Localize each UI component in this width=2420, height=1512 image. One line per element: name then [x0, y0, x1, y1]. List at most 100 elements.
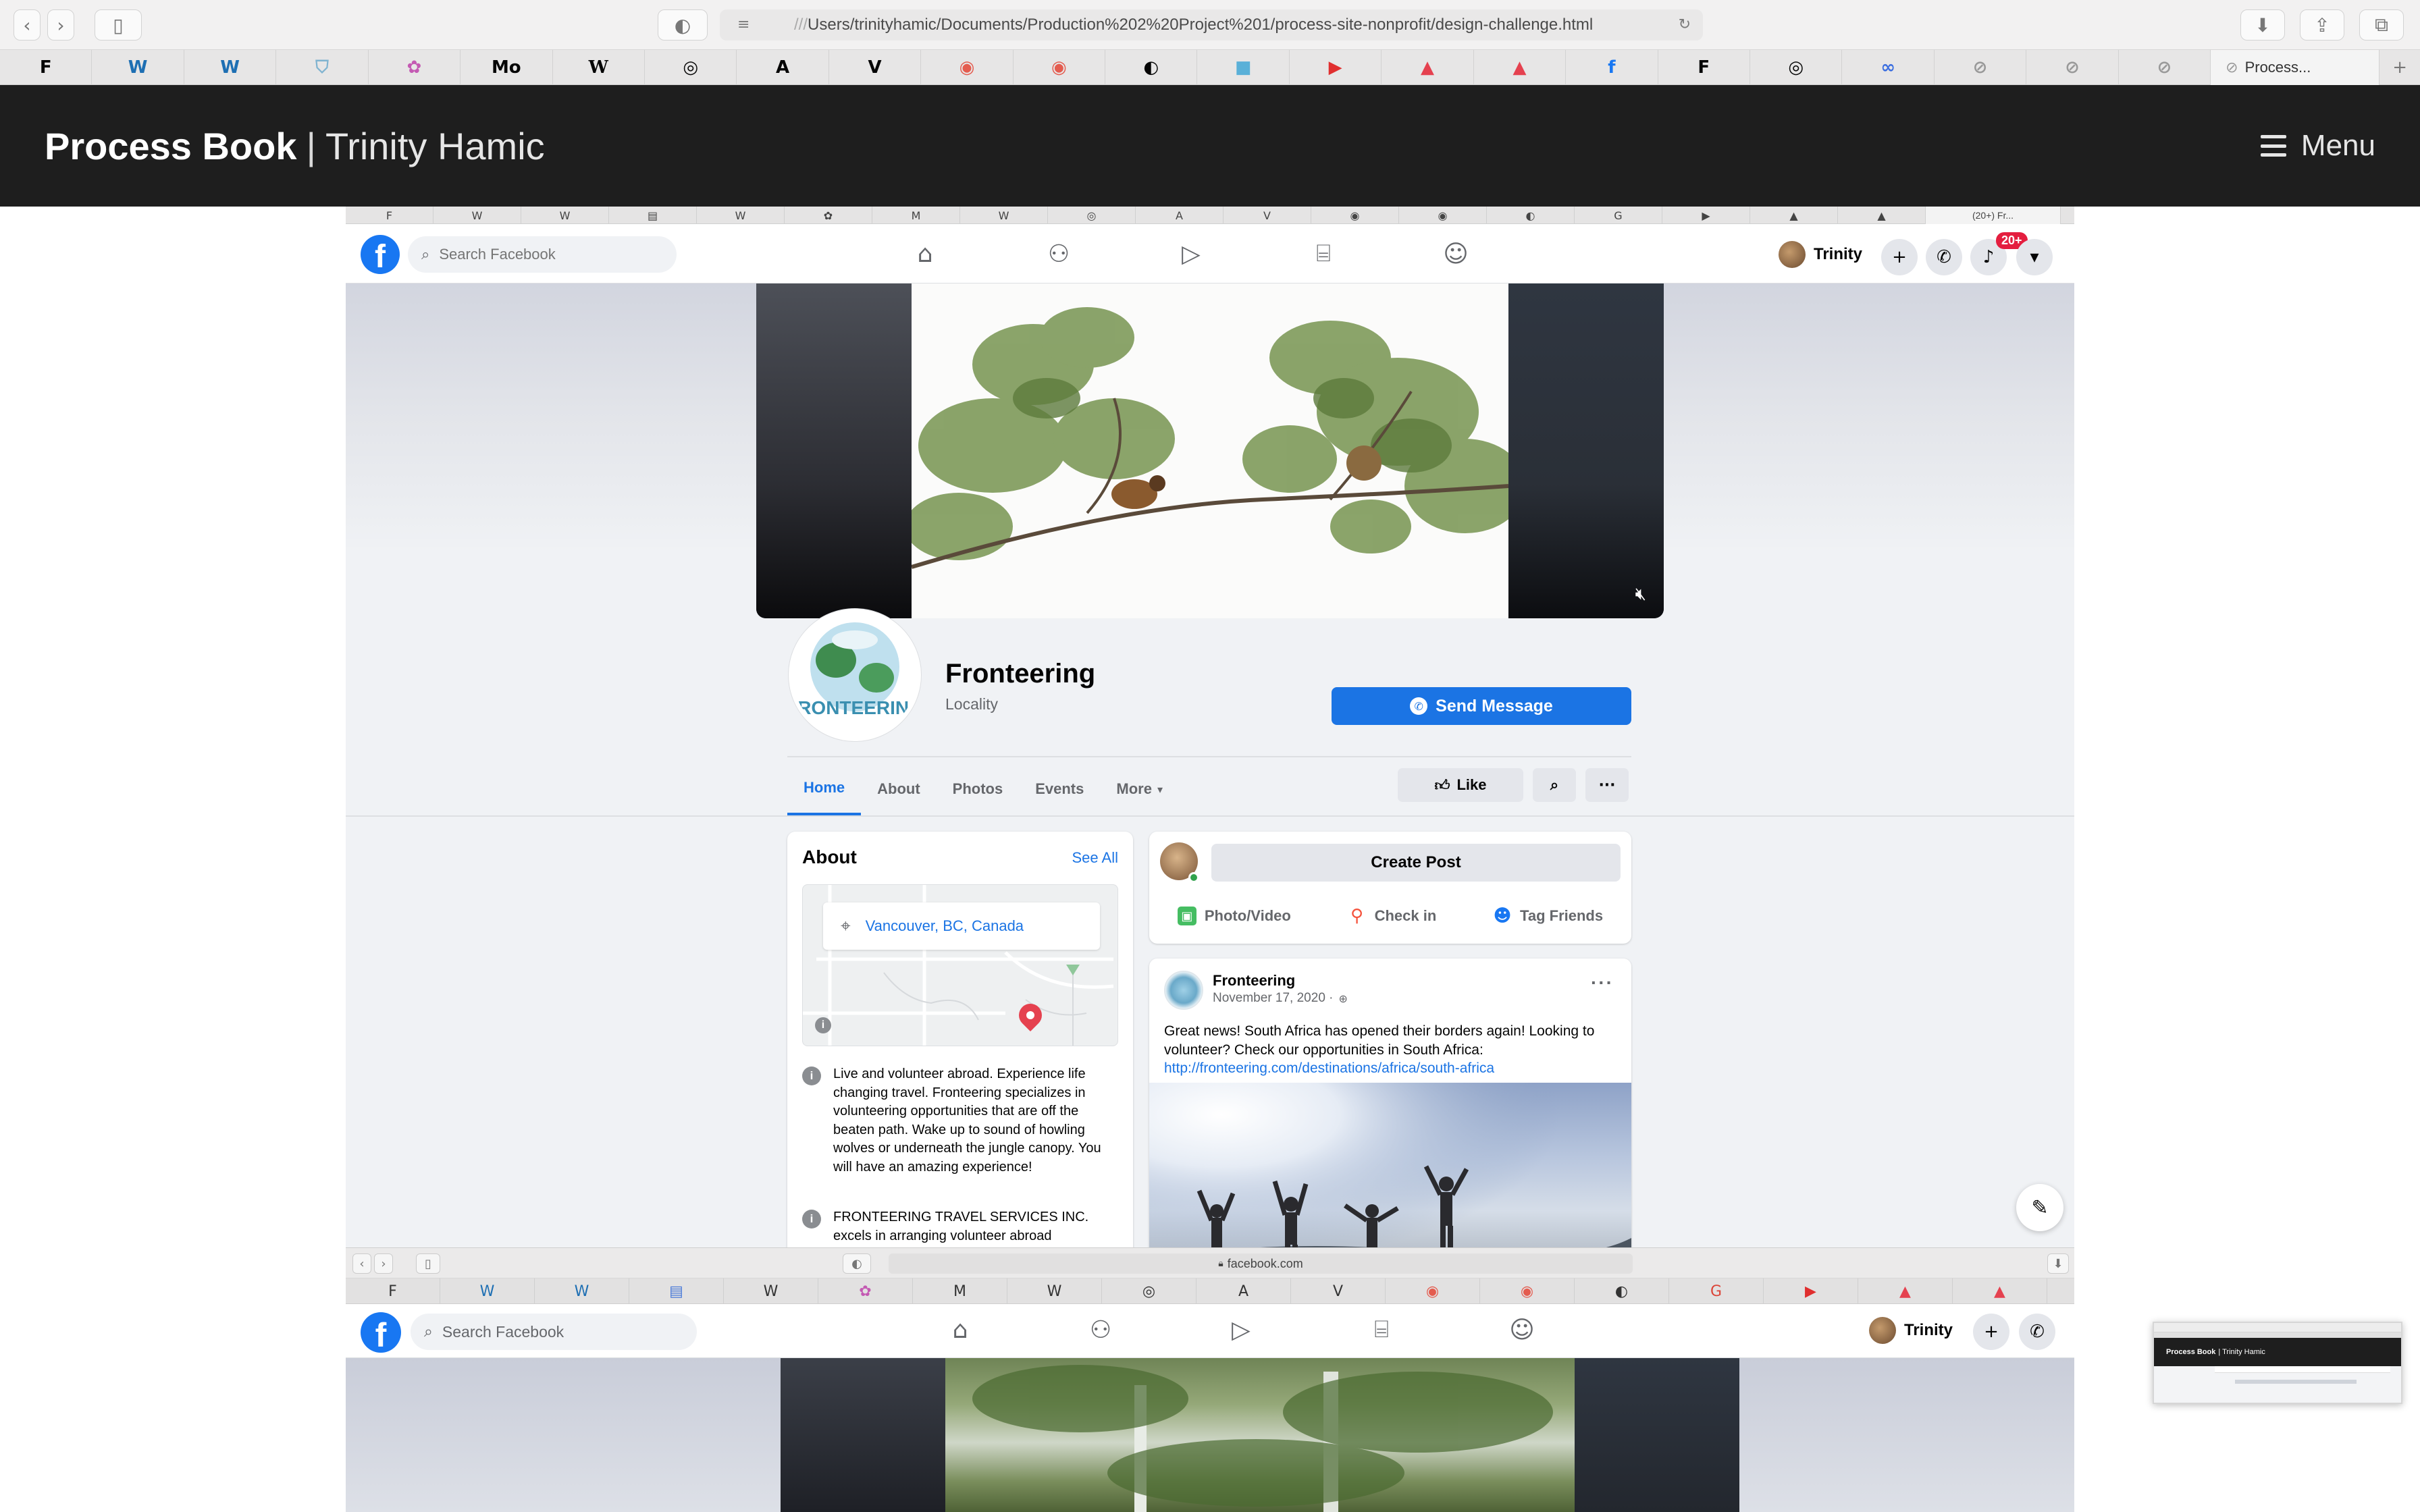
tab-home[interactable]: Home [787, 763, 862, 815]
favorite-tab[interactable]: ▶ [1290, 50, 1382, 85]
profile-chip[interactable]: Trinity [1779, 239, 1862, 270]
mute-icon[interactable]: 🔇︎ [1635, 584, 1646, 605]
search-input[interactable] [439, 246, 642, 263]
check-in-button[interactable]: ⚲ Check in [1348, 906, 1436, 926]
post-card: Fronteering November 17, 2020 · ⊕ ··· Gr… [1149, 959, 1631, 1296]
page-more-button[interactable]: ··· [1585, 768, 1629, 802]
favorite-tab[interactable]: ⊘ [2119, 50, 2211, 85]
favorite-tab[interactable]: ■ [1197, 50, 1290, 85]
menu-button[interactable]: Menu [2260, 129, 2375, 163]
sidebar-toggle-icon[interactable]: ▯ [95, 9, 142, 40]
cover-blur-left [756, 284, 912, 618]
favorite-tab[interactable]: F [0, 50, 93, 85]
favorite-tab[interactable]: ✿ [369, 50, 461, 85]
reload-icon[interactable]: ↻ [1679, 16, 1691, 33]
favorite-tab[interactable]: ▲ [1474, 50, 1567, 85]
favorite-tab[interactable]: V [829, 50, 922, 85]
send-message-button[interactable]: ✆ Send Message [1332, 687, 1631, 725]
home-icon[interactable]: ⌂ [905, 238, 945, 270]
favorite-tab: ✿ [785, 207, 872, 224]
facebook-page: 🔇︎ FRONTEERING Fronteering Locality ✆ Se… [346, 284, 2074, 1296]
photo-icon: ▣ [1177, 907, 1196, 925]
location-pin-icon: ⚲ [1350, 906, 1364, 926]
active-tab[interactable]: ⊘ Process... [2211, 50, 2380, 85]
screenshot-thumbnail[interactable]: Process Book | Trinity Hamic [2153, 1322, 2402, 1404]
favorite-tab[interactable]: ⊘ [2026, 50, 2119, 85]
second-facebook-navbar: f ⌕ Search Facebook ⌂ ⚇ ▷ ⌸ ☺ Trinity + … [346, 1304, 2074, 1358]
facebook-search[interactable]: ⌕ [408, 236, 677, 273]
tab-events[interactable]: Events [1019, 763, 1100, 815]
downloads-icon[interactable]: ⬇ [2240, 9, 2285, 40]
map-info-icon[interactable]: i [815, 1017, 831, 1033]
see-all-link[interactable]: See All [1072, 849, 1119, 867]
page-search-button[interactable]: ⌕ [1533, 768, 1576, 802]
tab-photos[interactable]: Photos [937, 763, 1020, 815]
palm-trees-image [945, 1358, 1575, 1512]
favorite-tab: A [1196, 1278, 1291, 1304]
tab-more[interactable]: More ▾ [1100, 763, 1179, 815]
tabs-overview-icon[interactable]: ⧉ [2359, 9, 2404, 40]
browser-toolbar: ‹ › ▯ ◐ ≡ /// Users/trinityhamic/Documen… [0, 0, 2420, 50]
favorite-tab[interactable]: A [737, 50, 829, 85]
post-author[interactable]: Fronteering [1213, 972, 1295, 990]
post-link[interactable]: http://fronteering.com/destinations/afri… [1164, 1060, 1494, 1076]
tab-about[interactable]: About [861, 763, 937, 815]
favorite-tab[interactable]: Mo [461, 50, 553, 85]
online-status-dot [1188, 872, 1199, 883]
share-icon[interactable]: ⇪ [2300, 9, 2344, 40]
favorite-tab[interactable]: ◐ [1105, 50, 1198, 85]
privacy-report-icon[interactable]: ◐ [658, 9, 708, 40]
favorite-tab[interactable]: ◎ [645, 50, 737, 85]
forward-button[interactable]: › [47, 9, 74, 40]
embedded-active-tab: (20+) Fr... [1926, 207, 2061, 224]
groups-icon: ☺ [1509, 1316, 1535, 1344]
page-name: Fronteering [945, 659, 1096, 688]
photo-video-button[interactable]: ▣ Photo/Video [1177, 907, 1291, 925]
tag-friends-button[interactable]: ☻ Tag Friends [1493, 906, 1603, 926]
favorite-tab: A [1136, 207, 1224, 224]
url-text: Users/trinityhamic/Documents/Production%… [808, 16, 1594, 34]
messenger-icon[interactable]: ✆ [1926, 239, 1962, 275]
favorite-tab[interactable]: ⊘ [1935, 50, 2027, 85]
account-menu-icon[interactable]: ▾ [2016, 239, 2053, 275]
favorite-tab[interactable]: W [92, 50, 184, 85]
favorite-tab[interactable]: ◉ [1014, 50, 1106, 85]
page-category[interactable]: Locality [945, 695, 998, 713]
post-text: Great news! South Africa has opened thei… [1164, 1023, 1595, 1076]
site-title[interactable]: Process Book | Trinity Hamic [45, 124, 545, 168]
favorite-tab[interactable]: W [184, 50, 277, 85]
favorite-tab[interactable]: ⛉ [276, 50, 369, 85]
favorite-tab[interactable]: ▲ [1382, 50, 1474, 85]
reader-icon[interactable]: ≡ [737, 16, 749, 33]
favorite-tab[interactable]: W [553, 50, 645, 85]
like-button[interactable]: 👍︎ Like [1398, 768, 1523, 802]
marketplace-icon[interactable]: ⌸ [1303, 238, 1344, 270]
about-title: About [802, 846, 857, 867]
post-options-icon[interactable]: ··· [1591, 972, 1614, 994]
create-plus-icon[interactable]: + [1881, 239, 1918, 275]
favorite-tab: W [960, 207, 1048, 224]
watch-icon[interactable]: ▷ [1171, 238, 1211, 270]
favorite-tab: G [1575, 207, 1662, 224]
avatar[interactable] [1164, 971, 1203, 1010]
groups-icon[interactable]: ☺ [1436, 238, 1476, 270]
favorite-tab[interactable]: ∞ [1842, 50, 1935, 85]
page-profile-picture[interactable]: FRONTEERING [789, 609, 921, 741]
location-label[interactable]: ⌖ Vancouver, BC, Canada [823, 902, 1100, 950]
friends-icon[interactable]: ⚇ [1038, 238, 1079, 270]
favorite-tab[interactable]: f [1566, 50, 1658, 85]
address-bar[interactable]: ≡ /// Users/trinityhamic/Documents/Produ… [720, 9, 1703, 40]
favorite-tab[interactable]: ◉ [921, 50, 1014, 85]
create-post-button[interactable]: Create Post [1211, 844, 1621, 882]
cover-video[interactable]: 🔇︎ [756, 284, 1664, 618]
facebook-logo-icon[interactable]: f [361, 235, 400, 274]
back-button[interactable]: ‹ [14, 9, 41, 40]
new-tab-button[interactable]: + [2379, 50, 2420, 85]
favorite-tab[interactable]: F [1658, 50, 1751, 85]
page-actions: 👍︎ Like ⌕ ··· [1398, 768, 1629, 802]
favorite-tab[interactable]: ◎ [1750, 50, 1843, 85]
messenger-icon: ✆ [2019, 1314, 2055, 1350]
avatar [1779, 241, 1806, 268]
location-map[interactable]: ⌖ Vancouver, BC, Canada i [802, 884, 1118, 1046]
compose-message-icon[interactable]: ✎ [2016, 1184, 2063, 1231]
